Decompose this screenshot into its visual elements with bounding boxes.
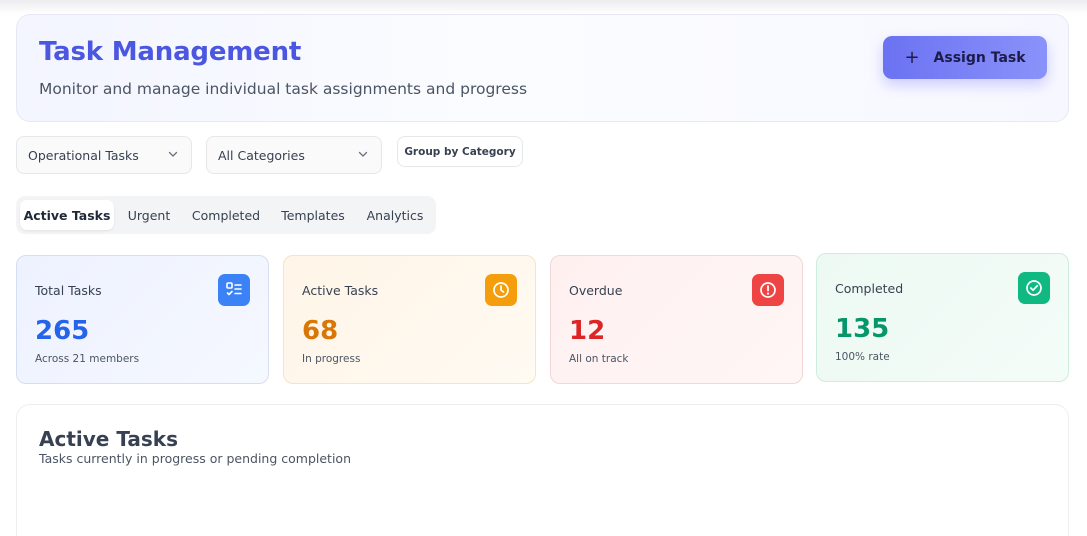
chevron-down-icon (168, 151, 178, 157)
task-type-value: Operational Tasks (28, 147, 139, 163)
stat-card-active-tasks: Active Tasks 68 In progress (283, 255, 536, 384)
stat-value: 135 (835, 314, 890, 344)
section-title: Active Tasks (39, 427, 178, 451)
stat-label: Total Tasks (35, 283, 102, 298)
stat-label: Active Tasks (302, 283, 379, 298)
tab-urgent[interactable]: Urgent (116, 200, 182, 230)
tab-active-tasks[interactable]: Active Tasks (20, 200, 114, 230)
stat-sub: All on track (569, 353, 629, 365)
stat-card-overdue: Overdue 12 All on track (550, 255, 803, 384)
stat-sub: In progress (302, 353, 361, 365)
assign-task-button[interactable]: + Assign Task (883, 36, 1047, 79)
tab-templates[interactable]: Templates (272, 200, 354, 230)
stat-sub: 100% rate (835, 351, 890, 363)
chevron-down-icon (358, 151, 368, 157)
stat-value: 265 (35, 316, 90, 346)
top-shadow (0, 0, 1087, 14)
assign-task-label: Assign Task (933, 49, 1026, 66)
plus-icon: + (904, 46, 920, 68)
category-value: All Categories (218, 147, 305, 163)
page-title: Task Management (39, 37, 302, 67)
stat-card-total-tasks: Total Tasks 265 Across 21 members (16, 255, 269, 384)
clock-icon (485, 274, 517, 306)
group-by-category-button[interactable]: Group by Category (397, 136, 523, 167)
task-type-select[interactable]: Operational Tasks (16, 136, 192, 174)
stat-label: Overdue (569, 283, 623, 298)
alert-circle-icon (752, 274, 784, 306)
section-subtitle: Tasks currently in progress or pending c… (39, 451, 351, 466)
tab-completed[interactable]: Completed (184, 200, 268, 230)
page-subtitle: Monitor and manage individual task assig… (39, 80, 528, 98)
stat-card-completed: Completed 135 100% rate (816, 253, 1069, 382)
tab-analytics[interactable]: Analytics (358, 200, 432, 230)
stat-value: 12 (569, 316, 606, 346)
active-tasks-section: Active Tasks Tasks currently in progress… (16, 404, 1069, 536)
stat-sub: Across 21 members (35, 353, 140, 365)
stat-label: Completed (835, 281, 904, 296)
category-select[interactable]: All Categories (206, 136, 382, 174)
page-header: Task Management Monitor and manage indiv… (16, 14, 1069, 122)
check-circle-icon (1018, 272, 1050, 304)
task-tabs: Active Tasks Urgent Completed Templates … (16, 196, 436, 234)
stat-value: 68 (302, 316, 339, 346)
task-list-icon (218, 274, 250, 306)
